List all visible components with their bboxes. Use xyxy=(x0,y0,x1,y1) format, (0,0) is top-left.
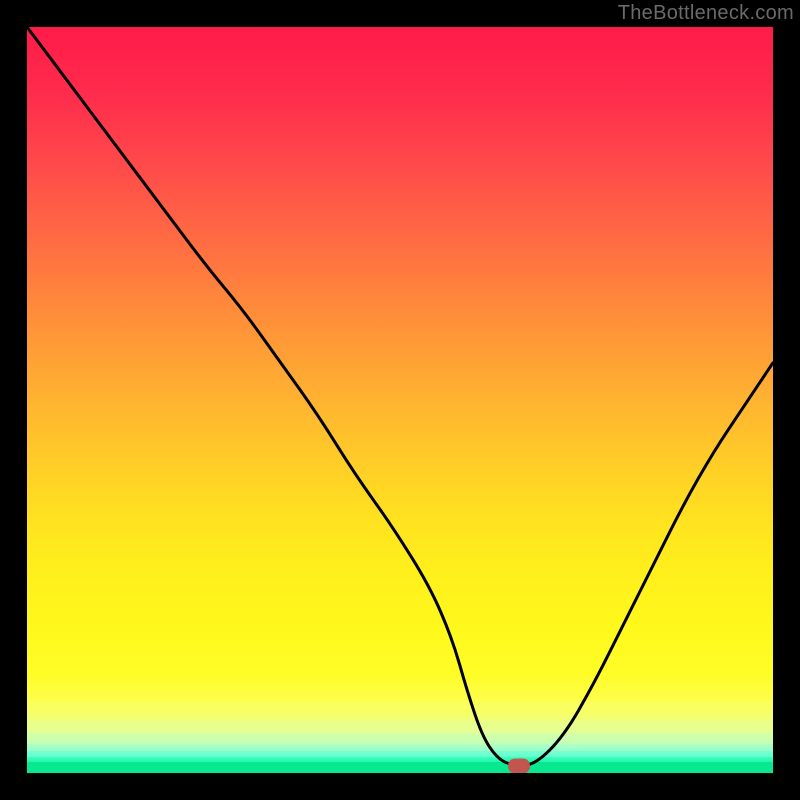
watermark-text: TheBottleneck.com xyxy=(618,2,794,25)
optimum-marker xyxy=(508,758,530,773)
curve-path xyxy=(27,27,773,766)
chart-frame: TheBottleneck.com xyxy=(0,0,800,800)
plot-area xyxy=(27,27,773,773)
bottleneck-curve xyxy=(27,27,773,773)
